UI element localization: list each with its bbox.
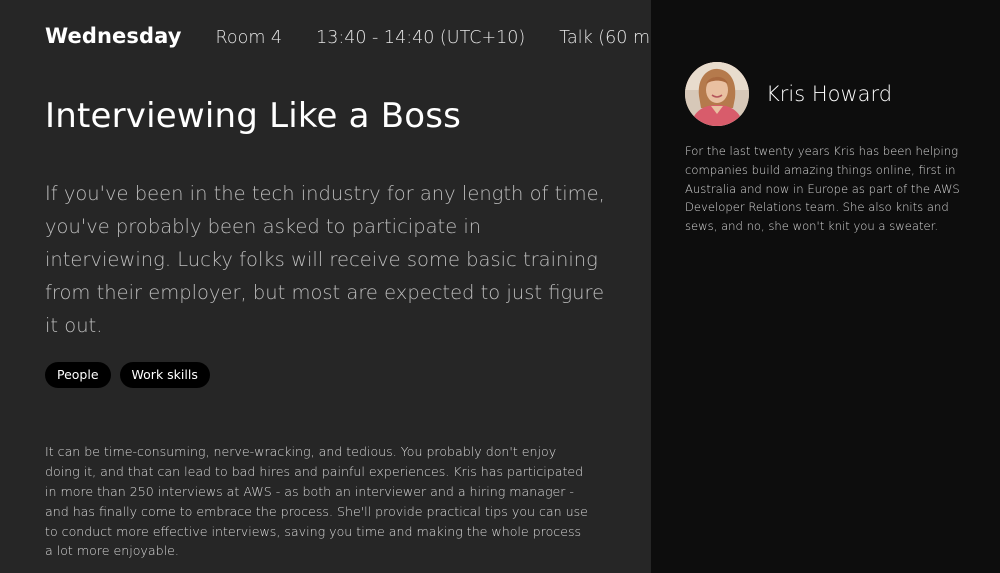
- session-day: Wednesday: [45, 24, 182, 48]
- speaker-name: Kris Howard: [766, 82, 893, 106]
- session-lead-text: If you've been in the tech industry for …: [45, 182, 605, 338]
- speaker-header: Kris Howard: [685, 62, 1000, 126]
- session-description: It can be time-consuming, nerve-wracking…: [45, 444, 588, 559]
- speaker-bio: For the last twenty years Kris has been …: [685, 144, 960, 234]
- session-page: Wednesday Room 4 13:40 - 14:40 (UTC+10) …: [0, 0, 1000, 573]
- avatar: [685, 62, 749, 126]
- session-room: Room 4: [215, 28, 283, 48]
- speaker-photo-icon: [685, 62, 749, 126]
- speaker-panel: Kris Howard For the last twenty years Kr…: [651, 0, 1000, 573]
- session-title: Interviewing Like a Boss: [45, 96, 462, 136]
- tag-work-skills[interactable]: Work skills: [119, 362, 210, 389]
- tag-people[interactable]: People: [45, 362, 111, 389]
- session-meta-row: Wednesday Room 4 13:40 - 14:40 (UTC+10) …: [45, 24, 673, 54]
- session-tags: People Work skills: [45, 362, 651, 389]
- session-time: 13:40 - 14:40 (UTC+10): [316, 28, 526, 48]
- session-details-panel: Wednesday Room 4 13:40 - 14:40 (UTC+10) …: [0, 0, 673, 573]
